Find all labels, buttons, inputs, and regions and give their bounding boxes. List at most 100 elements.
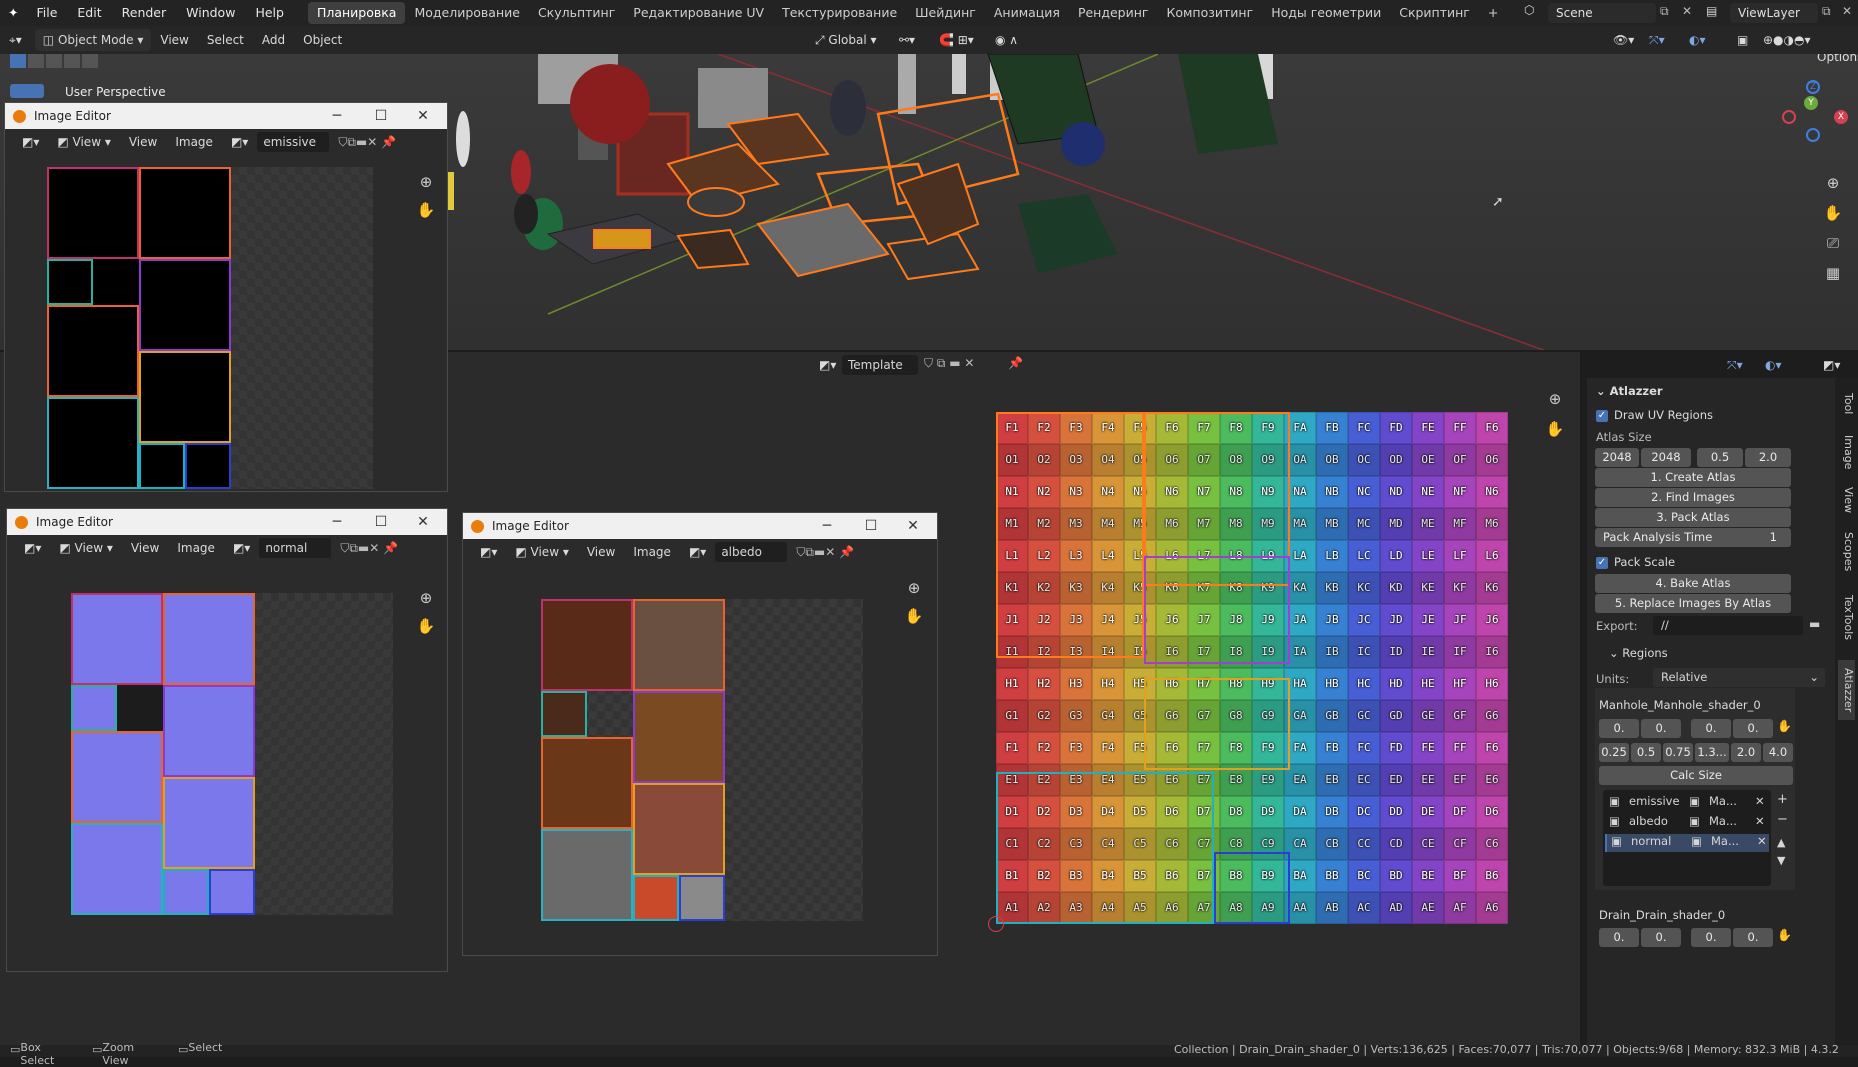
2d-cursor-icon[interactable] (988, 916, 1004, 932)
image-browse-icon[interactable]: ◩▾ (222, 131, 257, 153)
maximize-icon[interactable]: ☐ (361, 509, 401, 535)
view-mode-dropdown[interactable]: ◩ View ▾ (506, 541, 577, 563)
menu-image[interactable]: Image (166, 131, 222, 153)
move-up-icon[interactable]: ▲ (1777, 836, 1785, 849)
pan-hand-icon[interactable]: ✋ (903, 605, 925, 627)
cursor-tool-icon[interactable] (10, 84, 44, 98)
scale-preset[interactable]: 2.0 (1731, 743, 1761, 762)
list-item[interactable]: ▣ albedo ▣ Ma... ✕ (1605, 814, 1769, 832)
pan-hand-icon[interactable]: ✋ (415, 615, 437, 637)
list-item-selected[interactable]: ▣ normal ▣ Ma... ✕ (1605, 834, 1769, 852)
window-titlebar[interactable]: Image Editor ─ ☐ ✕ (463, 513, 937, 539)
image-name-field[interactable]: Template (842, 355, 918, 375)
find-images-button[interactable]: 2. Find Images (1595, 488, 1791, 507)
workspace-tab-sculpting[interactable]: Скульптинг (529, 2, 624, 24)
proportional-edit-icon[interactable]: ◉ ∧ (986, 29, 1027, 51)
tab-textools[interactable]: TexTools (1838, 588, 1855, 648)
tab-atlazzer[interactable]: Atlazzer (1838, 660, 1855, 720)
minimize-icon[interactable]: ─ (317, 509, 357, 535)
minimize-icon[interactable]: ─ (807, 513, 847, 539)
mode-dropdown[interactable]: ◫ Object Mode ▾ (34, 29, 152, 51)
workspace-tab-animation[interactable]: Анимация (985, 2, 1069, 24)
minimize-icon[interactable]: ─ (317, 103, 357, 129)
image-zoom-icon[interactable]: ⊕ (1544, 388, 1566, 410)
view-mode-dropdown[interactable]: ◩ View ▾ (48, 131, 119, 153)
workspace-tab-modeling[interactable]: Моделирование (405, 2, 528, 24)
menu-window[interactable]: Window (176, 0, 245, 26)
visibility-icon[interactable]: 👁▾ (1604, 29, 1643, 51)
menu-render[interactable]: Render (112, 0, 177, 26)
maximize-icon[interactable]: ☐ (361, 103, 401, 129)
add-workspace-icon[interactable]: + (1479, 2, 1507, 24)
camera-icon[interactable]: ⎚ (1822, 232, 1844, 254)
image-actions-icons[interactable]: ⛉⧉▬✕ 📌 (329, 131, 405, 153)
navigation-gizmo[interactable]: Z X Y (1778, 78, 1854, 158)
scene-field[interactable]: Scene (1548, 3, 1656, 23)
atlas-width-field[interactable]: 2048 (1595, 448, 1639, 467)
grab-hand-icon[interactable]: ✋ (1777, 719, 1792, 733)
uv-field[interactable]: 0. (1641, 719, 1681, 738)
scale-preset[interactable]: 0.75 (1663, 743, 1693, 762)
list-item[interactable]: ▣ emissive ▣ Ma... ✕ (1605, 794, 1769, 812)
fake-user-icon[interactable]: ⛉ ⧉ ▬ ✕ (924, 356, 974, 371)
workspace-tab-layout[interactable]: Планировка (307, 2, 406, 24)
units-dropdown[interactable]: Relative ⌄ (1653, 668, 1825, 687)
editor-type-icon[interactable]: ◩▾ (471, 541, 506, 563)
menu-view[interactable]: View (578, 541, 624, 563)
create-atlas-button[interactable]: 1. Create Atlas (1595, 468, 1791, 487)
menu-view[interactable]: View (122, 537, 168, 559)
menu-file[interactable]: File (26, 0, 67, 26)
menu-help[interactable]: Help (245, 0, 294, 26)
editor-type-icon[interactable]: ◩▾ (13, 131, 48, 153)
menu-image[interactable]: Image (624, 541, 680, 563)
zoom-icon[interactable]: ⊕ (1822, 172, 1844, 194)
image-actions-icons[interactable]: ⛉⧉▬✕ 📌 (331, 537, 407, 559)
new-view-layer-icon[interactable]: ⧉ (1822, 4, 1831, 19)
scale-preset[interactable]: 0.5 (1631, 743, 1661, 762)
workspace-tab-compositing[interactable]: Композитинг (1157, 2, 1262, 24)
image-display-icon[interactable]: ◩▾ (1814, 354, 1849, 376)
pin-icon[interactable]: 📌 (1008, 356, 1023, 370)
workspace-tab-shading[interactable]: Шейдинг (906, 2, 985, 24)
blender-logo-icon[interactable]: ✦ (0, 0, 26, 26)
pan-hand-icon[interactable]: ✋ (415, 199, 437, 221)
image-actions-icons[interactable]: ⛉⧉▬✕ 📌 (787, 541, 863, 563)
menu-edit[interactable]: Edit (67, 0, 111, 26)
image-overlay-icon[interactable]: ◐▾ (1756, 354, 1791, 376)
zoom-icon[interactable]: ⊕ (415, 587, 437, 609)
uv-field[interactable]: 0. (1641, 928, 1681, 947)
uv-field[interactable]: 0. (1733, 928, 1773, 947)
grab-hand-icon[interactable]: ✋ (1777, 928, 1792, 942)
image-canvas[interactable] (71, 593, 393, 915)
transform-orientation-dropdown[interactable]: ⤢ Global ▾ (806, 29, 886, 51)
scene-icon[interactable]: ⬡ (1524, 3, 1534, 17)
editor-type-icon[interactable]: ◩▾ (15, 537, 50, 559)
pack-atlas-button[interactable]: 3. Pack Atlas (1595, 508, 1791, 527)
image-pan-icon[interactable]: ✋ (1544, 418, 1566, 440)
regions-subpanel[interactable]: ⌄ Regions (1609, 646, 1668, 660)
uv-field[interactable]: 0. (1733, 719, 1773, 738)
gizmo-toggle-icon[interactable]: ⤧▾ (1640, 29, 1674, 51)
folder-icon[interactable]: ▬ (1809, 617, 1820, 631)
view-layer-icon[interactable]: ▤ (1706, 4, 1717, 18)
list-add-icon[interactable]: + (1777, 792, 1788, 807)
window-titlebar[interactable]: Image Editor ─ ☐ ✕ (7, 509, 447, 535)
workspace-tab-rendering[interactable]: Рендеринг (1069, 2, 1158, 24)
tab-image[interactable]: Image (1838, 432, 1855, 472)
image-browse-icon[interactable]: ◩▾ (224, 537, 259, 559)
viewport-menu-view[interactable]: View (151, 29, 197, 51)
uv-field[interactable]: 0. (1599, 928, 1639, 947)
pack-scale-checkbox[interactable]: ✓ Pack Scale (1596, 555, 1675, 569)
scale-preset[interactable]: 4.0 (1763, 743, 1793, 762)
zoom-icon[interactable]: ⊕ (415, 171, 437, 193)
xray-icon[interactable]: ▣ (1728, 29, 1757, 51)
atlas-height-field[interactable]: 2048 (1641, 448, 1691, 467)
snap-icon[interactable]: 🧲 ⊞▾ (930, 29, 983, 51)
shading-modes-icon[interactable]: ⊕●◑◓▾ (1754, 29, 1820, 51)
image-gizmo-icon[interactable]: ⤧▾ (1718, 354, 1752, 376)
editor-type-icon[interactable]: ⌖▾ (0, 29, 31, 51)
viewport-menu-add[interactable]: Add (253, 29, 294, 51)
delete-scene-icon[interactable]: ✕ (1682, 4, 1692, 18)
maximize-icon[interactable]: ☐ (851, 513, 891, 539)
new-scene-icon[interactable]: ⧉ (1660, 4, 1669, 19)
